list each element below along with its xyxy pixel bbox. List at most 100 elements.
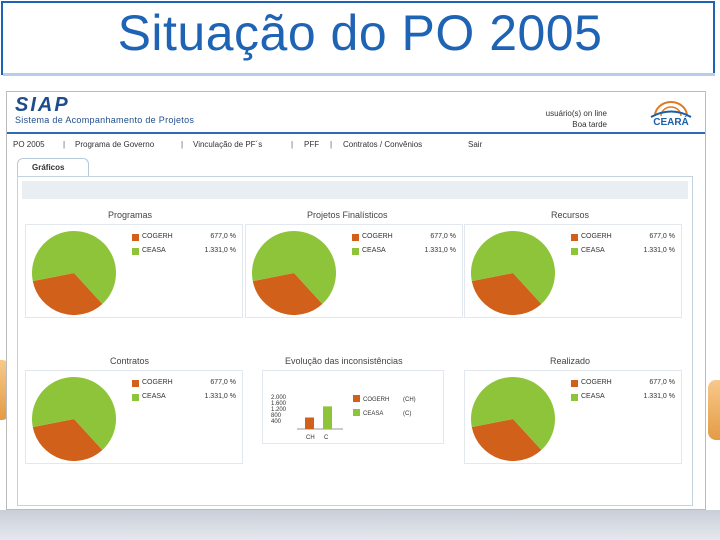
pie-svg — [252, 231, 336, 315]
chart-legend: COGERH 677,0 % CEASA 1.331,0 % — [352, 233, 460, 261]
legend-label: COGERH — [142, 233, 173, 240]
panel-header-band — [22, 181, 688, 199]
legend-label: CEASA — [581, 393, 605, 400]
legend-swatch — [571, 248, 578, 255]
ceara-logo: CEARÁ — [645, 96, 697, 130]
bar-chart-evolucao: 2.000 1.600 1.200 800 400 CH C COGERH (CH) CEASA(… — [262, 370, 444, 444]
slide-title: Situação do PO 2005 — [117, 5, 603, 61]
menu-separator: | — [330, 140, 333, 149]
app-header: SIAP Sistema de Acompanhamento de Projet… — [7, 92, 705, 132]
chart-title-realizado: Realizado — [550, 356, 591, 366]
siap-logo: SIAP — [15, 94, 70, 116]
header-rule — [7, 132, 705, 134]
ceara-sun-icon — [650, 101, 692, 118]
siap-logo-subtitle: Sistema de Acompanhamento de Projetos — [15, 115, 195, 125]
legend-value: 1.331,0 % — [204, 247, 236, 254]
y-tick-label: 400 — [271, 419, 282, 425]
chart-title-programas: Programas — [108, 210, 153, 220]
legend-label: CEASA — [362, 247, 386, 254]
legend-item: CEASA 1.331,0 % — [132, 393, 240, 407]
legend-value: 677,0 % — [210, 233, 236, 240]
menu-item-sair[interactable]: Sair — [468, 140, 482, 149]
x-tick-label: C — [324, 435, 329, 441]
legend-label: CEASA — [363, 411, 383, 417]
legend-swatch — [353, 395, 360, 402]
legend-swatch — [571, 234, 578, 241]
legend-item: CEASA 1.331,0 % — [132, 247, 240, 261]
pie-svg — [31, 377, 117, 461]
legend-value: (C) — [403, 411, 411, 417]
legend-label: COGERH — [581, 233, 612, 240]
user-status: usuário(s) on line Boa tarde — [517, 108, 607, 130]
chart-title-contratos: Contratos — [110, 356, 150, 366]
legend-swatch — [571, 394, 578, 401]
chart-title-projetos-finalisticos: Projetos Finalísticos — [307, 210, 388, 220]
menu-item-pff[interactable]: PFF — [304, 140, 319, 149]
legend-value: 677,0 % — [649, 233, 675, 240]
chart-legend: COGERH 677,0 % CEASA 1.331,0 % — [132, 379, 240, 407]
legend-value: 1.331,0 % — [204, 393, 236, 400]
legend-swatch — [132, 394, 139, 401]
legend-label: CEASA — [142, 393, 166, 400]
main-menu: PO 2005 | Programa de Governo | Vinculaç… — [7, 136, 705, 154]
slide-decoration-right — [708, 380, 720, 440]
users-online-text: usuário(s) on line — [545, 109, 607, 118]
legend-swatch — [352, 248, 359, 255]
ceara-logo-text: CEARÁ — [653, 117, 689, 128]
pie-chart-recursos: COGERH 677,0 % CEASA 1.331,0 % — [464, 224, 682, 318]
bar-ch — [305, 417, 314, 429]
menu-item-programa-de-governo[interactable]: Programa de Governo — [75, 140, 154, 149]
bar-chart-svg: 2.0001.6001.200800400CH CCOGERH (CH)CEASA(… — [271, 395, 416, 441]
pie-chart-programas: COGERH 677,0 % CEASA 1.331,0 % — [25, 224, 243, 318]
legend-label: COGERH — [581, 379, 612, 386]
chart-title-evolucao-inconsistencias: Evolução das inconsistências — [285, 356, 403, 366]
legend-label: CEASA — [581, 247, 605, 254]
legend-label: COGERH — [362, 233, 393, 240]
x-tick-label: CH — [306, 435, 315, 441]
greeting-text: Boa tarde — [572, 120, 607, 129]
pie-chart-contratos: COGERH 677,0 % CEASA 1.331,0 % — [25, 370, 243, 464]
chart-legend: COGERH 677,0 % CEASA 1.331,0 % — [132, 233, 240, 261]
chart-title-recursos: Recursos — [551, 210, 590, 220]
menu-item-po-2005[interactable]: PO 2005 — [13, 140, 45, 149]
menu-separator: | — [291, 140, 294, 149]
pie-chart-projetos-finalisticos: COGERH 677,0 % CEASA 1.331,0 % — [245, 224, 463, 318]
slide-footer-band — [0, 510, 720, 540]
legend-value: 677,0 % — [430, 233, 456, 240]
menu-item-contratos-convenios[interactable]: Contratos / Convênios — [343, 140, 422, 149]
legend-swatch — [353, 409, 360, 416]
legend-item: COGERH 677,0 % — [571, 379, 679, 393]
chart-legend: COGERH 677,0 % CEASA 1.331,0 % — [571, 379, 679, 407]
legend-item: CEASA 1.331,0 % — [571, 247, 679, 261]
legend-value: 1.331,0 % — [643, 247, 675, 254]
legend-item: COGERH 677,0 % — [352, 233, 460, 247]
pie-svg — [31, 231, 117, 315]
legend-value: 1.331,0 % — [424, 247, 456, 254]
chart-legend: COGERH 677,0 % CEASA 1.331,0 % — [571, 233, 679, 261]
legend-swatch — [132, 380, 139, 387]
slide-title-box: Situação do PO 2005 — [1, 1, 715, 75]
bar-c — [323, 406, 332, 429]
legend-item: CEASA 1.331,0 % — [352, 247, 460, 261]
legend-value: 677,0 % — [649, 379, 675, 386]
tab-graficos[interactable]: Gráficos — [17, 158, 89, 176]
pie-svg — [471, 377, 555, 461]
legend-swatch — [571, 380, 578, 387]
legend-swatch — [132, 234, 139, 241]
legend-item: COGERH 677,0 % — [132, 379, 240, 393]
legend-label: COGERH — [363, 397, 389, 403]
pie-svg — [471, 231, 555, 315]
legend-item: COGERH 677,0 % — [571, 233, 679, 247]
legend-item: CEASA 1.331,0 % — [571, 393, 679, 407]
menu-separator: | — [181, 140, 184, 149]
menu-item-vinculacao-de-pfs[interactable]: Vinculação de PF´s — [193, 140, 262, 149]
legend-item: COGERH 677,0 % — [132, 233, 240, 247]
legend-label: COGERH — [142, 379, 173, 386]
title-underline — [3, 73, 715, 76]
menu-separator: | — [63, 140, 66, 149]
legend-value: (CH) — [403, 397, 416, 403]
legend-label: CEASA — [142, 247, 166, 254]
legend-value: 1.331,0 % — [643, 393, 675, 400]
pie-chart-realizado: COGERH 677,0 % CEASA 1.331,0 % — [464, 370, 682, 464]
legend-value: 677,0 % — [210, 379, 236, 386]
